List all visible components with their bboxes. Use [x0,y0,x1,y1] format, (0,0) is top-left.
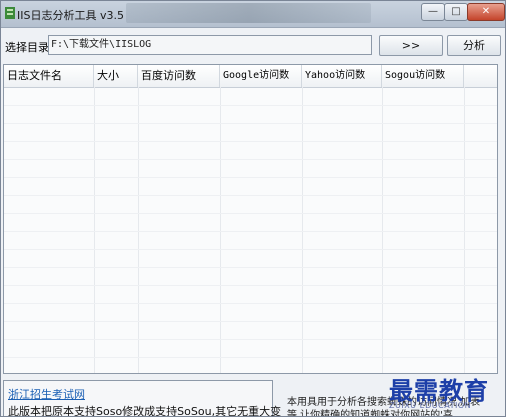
table-row-line [4,159,497,160]
table-row-line [4,177,497,178]
close-button[interactable]: ✕ [467,3,505,21]
title-bar[interactable]: IIS日志分析工具 v3.5 — □ ✕ [1,1,505,28]
maximize-button[interactable]: □ [444,3,468,21]
app-window: IIS日志分析工具 v3.5 — □ ✕ 选择目录 F:\下载文件\IISLOG… [0,0,506,417]
table-row-line [4,213,497,214]
browse-button[interactable]: >> [379,35,443,56]
table-row-line [4,249,497,250]
table-row-line [4,303,497,304]
column-divider [464,87,465,373]
window-title: IIS日志分析工具 v3.5 [17,9,124,22]
title-bar-obscured-area [126,3,371,23]
column-header-yahoo[interactable]: Yahoo访问数 [302,65,382,87]
table-row-line [4,195,497,196]
table-row-line [4,267,497,268]
column-header-size[interactable]: 大小 [94,65,138,87]
log-table[interactable]: 日志文件名 大小 百度访问数 Google访问数 Yahoo访问数 Sogou访… [3,64,498,374]
watermark-logo: 最需教育 ZUIXU EDUCATION [389,371,505,415]
table-row-line [4,231,497,232]
minimize-button[interactable]: — [421,3,445,21]
exam-site-link[interactable]: 浙江招生考试网 [8,386,85,402]
table-row-line [4,141,497,142]
column-divider [94,87,95,373]
table-row-line [4,339,497,340]
version-notice: 此版本把原本支持Soso修改成支持SoSou,其它无重大变 [8,405,282,417]
column-header-sogou[interactable]: Sogou访问数 [382,65,464,87]
column-divider [382,87,383,373]
table-row-line [4,105,497,106]
select-directory-label: 选择目录 [5,41,49,54]
table-row-line [4,285,497,286]
directory-path-input[interactable]: F:\下载文件\IISLOG [48,35,372,55]
column-header-filename[interactable]: 日志文件名 [4,65,94,87]
analyze-button[interactable]: 分析 [447,35,501,56]
footer-link-area: 浙江招生考试网 此版本把原本支持Soso修改成支持SoSou,其它无重大变 [3,380,281,416]
table-row-line [4,123,497,124]
column-divider [220,87,221,373]
column-header-baidu[interactable]: 百度访问数 [138,65,220,87]
column-divider [302,87,303,373]
watermark-subtext: ZUIXU EDUCATION [389,401,472,410]
table-header: 日志文件名 大小 百度访问数 Google访问数 Yahoo访问数 Sogou访… [4,65,497,88]
column-divider [138,87,139,373]
table-row-line [4,321,497,322]
table-row-line [4,357,497,358]
column-header-google[interactable]: Google访问数 [220,65,302,87]
app-icon [5,7,15,19]
